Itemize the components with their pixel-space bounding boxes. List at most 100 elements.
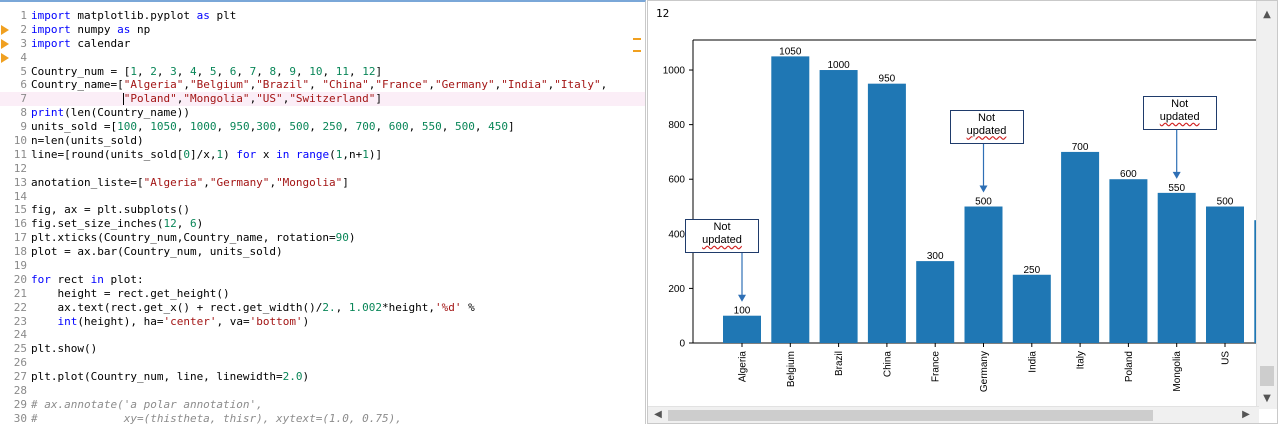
code-token: numpy (70, 22, 118, 36)
scroll-down-icon[interactable]: ▼ (1257, 393, 1277, 404)
bar-value-label: 950 (879, 74, 896, 85)
code-token: x (256, 147, 277, 161)
code-token: 1 (362, 147, 369, 161)
x-tick-label: Belgium (786, 351, 797, 387)
code-line[interactable]: 12 (0, 161, 645, 176)
code-line[interactable]: 17 plt.xticks(Country_num,Country_name, r… (0, 231, 645, 245)
code-token: , (600, 78, 608, 92)
line-number: 12 (13, 161, 27, 175)
code-editor[interactable]: 1 import matplotlib.pyplot as plt 2 import … (0, 0, 646, 424)
code-token: line=[round(units_sold[ (31, 147, 184, 161)
code-token: in (90, 272, 104, 286)
code-line[interactable]: 30 # xy=(thistheta, thisr), xytext=(1.0, … (0, 412, 645, 424)
vertical-scrollbar[interactable]: ▲ ▼ (1256, 1, 1277, 409)
x-tick-label: Mongolia (1172, 351, 1183, 392)
code-line[interactable]: 5 Country_num = [1, 2, 3, 4, 5, 6, 7, 8, … (0, 64, 645, 79)
code-line[interactable]: 8 print(len(Country_name)) (0, 106, 645, 120)
code-token: "Mongolia" (276, 175, 343, 189)
annotation-box: Not updated (1142, 95, 1217, 130)
scroll-up-icon[interactable]: ▲ (1257, 9, 1277, 20)
bar-us (1206, 206, 1244, 343)
horizontal-scroll-thumb[interactable] (668, 410, 1153, 421)
code-line[interactable]: 15 fig, ax = plt.subplots() (0, 203, 645, 217)
code-token: "India" (501, 78, 548, 92)
scroll-right-icon[interactable]: ▶ (1236, 409, 1256, 420)
code-token: "Poland" (123, 92, 177, 106)
code-token: ] (375, 64, 383, 78)
code-token: 1 (130, 64, 137, 78)
code-token: 90 (335, 231, 349, 245)
code-token: , (216, 64, 230, 78)
code-line[interactable]: 24 (0, 328, 645, 342)
bar-value-label: 500 (975, 197, 992, 208)
vertical-scroll-thumb[interactable] (1260, 366, 1274, 386)
code-line[interactable]: 11 line=[round(units_sold[0]/x, 1) for x i… (0, 147, 645, 162)
code-line[interactable]: 27 plt.plot(Country_num, line, linewidth=… (0, 370, 645, 384)
code-line[interactable]: 13 anotation_liste=["Algeria","Germany","… (0, 175, 645, 190)
x-tick-label: Algeria (738, 351, 749, 383)
code-token: for (236, 147, 257, 161)
annotation-arrowhead (979, 185, 988, 193)
code-line[interactable]: 9 units_sold =[100, 1050, 1000, 950,300, … (0, 120, 645, 134)
code-line[interactable]: 20 for rect in plot: (0, 272, 645, 287)
y-tick-label: 400 (668, 229, 685, 240)
code-token: plot: (103, 272, 144, 286)
x-tick-label: Poland (1124, 351, 1135, 382)
code-token: , (176, 120, 190, 134)
code-line[interactable]: 14 (0, 190, 645, 204)
code-token: fig.set_size_inches( (31, 217, 164, 231)
y-tick-label: 200 (668, 284, 685, 295)
code-token: , (256, 64, 270, 78)
code-line[interactable]: 16 fig.set_size_inches(12, 6) (0, 217, 645, 231)
plot-output-pane[interactable]: 12 0 200 400 600 800 1000 100 Algeria 1050 Belgiu… (647, 0, 1278, 424)
y-tick-label: 0 (679, 339, 685, 350)
code-token: import (31, 22, 71, 36)
code-token: "Germany" (435, 78, 495, 92)
code-line[interactable]: 29 # ax.annotate('a polar annotation', (0, 398, 645, 412)
code-line[interactable]: 28 (0, 384, 645, 398)
text-cursor (123, 93, 124, 106)
code-token: "France" (375, 78, 429, 92)
bar-china (867, 83, 906, 344)
code-token: 500 (289, 120, 310, 134)
code-token: "Italy" (554, 78, 601, 92)
code-token: for (31, 272, 51, 286)
scroll-left-icon[interactable]: ◀ (648, 409, 668, 420)
code-line[interactable]: 3 import calendar (0, 36, 645, 51)
code-token: 600 (388, 120, 409, 134)
code-line[interactable]: 19 (0, 259, 645, 273)
code-token: , (236, 64, 250, 78)
code-token: Country_name=[ (31, 78, 124, 92)
code-line[interactable]: 10 n=len(units_sold) (0, 134, 645, 148)
code-token: , (216, 120, 230, 134)
code-line[interactable]: 4 (0, 51, 645, 65)
code-token: int (57, 314, 78, 328)
code-line[interactable]: 22 ax.text(rect.get_x() + rect.get_width… (0, 300, 645, 315)
code-token: import (31, 36, 71, 50)
code-lines[interactable]: 1 import matplotlib.pyplot as plt 2 import … (0, 9, 645, 424)
code-token: 4 (189, 64, 197, 78)
code-line[interactable]: 25 plt.show() (0, 342, 645, 356)
code-token: ) (348, 231, 356, 245)
code-line[interactable]: 2 import numpy as np (0, 22, 645, 37)
code-line[interactable]: 7 "Poland","Mongolia","US","Switzerland"… (0, 92, 645, 107)
code-token: Country_num = [ (31, 64, 131, 78)
code-line[interactable]: 1 import matplotlib.pyplot as plt (0, 9, 645, 23)
code-token: 300 (256, 120, 277, 134)
code-line[interactable]: 21 height = rect.get_height() (0, 287, 645, 301)
code-line[interactable]: 26 (0, 356, 645, 370)
code-token: 2.0 (282, 370, 303, 384)
bar-belgium (771, 56, 810, 343)
line-number: 3 (20, 36, 27, 50)
code-token: rect (50, 272, 91, 286)
code-line[interactable]: 23 int(height), ha='center', va='bottom'… (0, 314, 645, 329)
x-tick-label: Germany (979, 351, 990, 392)
code-token: "Mongolia" (183, 92, 250, 106)
code-line[interactable]: 6 Country_name=["Algeria","Belgium","Braz… (0, 78, 645, 92)
line-number: 17 (13, 231, 27, 245)
code-line[interactable]: 18 plot = ax.bar(Country_num, units_sold) (0, 245, 645, 259)
bar-italy (1061, 151, 1100, 343)
bar-value-label: 700 (1072, 142, 1089, 153)
horizontal-scrollbar[interactable]: ◀ ▶ (648, 406, 1259, 423)
code-token: 1.002 (348, 300, 383, 314)
